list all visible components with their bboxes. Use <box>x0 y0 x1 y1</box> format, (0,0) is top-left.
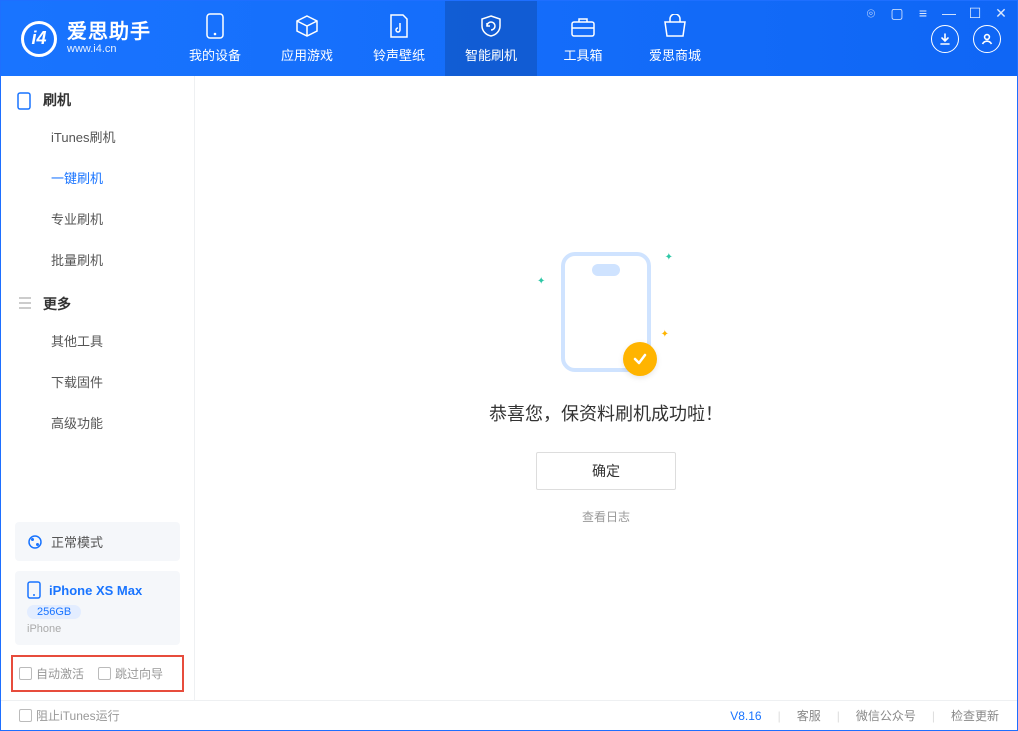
confirm-button[interactable]: 确定 <box>536 452 676 490</box>
checkbox-icon <box>98 667 111 680</box>
list-icon <box>17 296 33 312</box>
minimize-button[interactable]: — <box>941 5 957 21</box>
app-name: 爱思助手 <box>67 21 151 43</box>
checkbox-auto-activate[interactable]: 自动激活 <box>19 665 84 682</box>
device-type: iPhone <box>27 623 61 635</box>
close-button[interactable]: ✕ <box>993 5 1009 21</box>
separator: | <box>778 709 781 723</box>
checkbox-icon <box>19 709 32 722</box>
account-button[interactable] <box>973 25 1001 53</box>
options-row: 自动激活 跳过向导 <box>11 655 184 692</box>
refresh-shield-icon <box>478 13 504 39</box>
tab-label: 智能刷机 <box>465 45 517 64</box>
footer-right: V8.16 | 客服 | 微信公众号 | 检查更新 <box>730 707 999 724</box>
checkbox-label: 阻止iTunes运行 <box>36 707 120 724</box>
separator: | <box>837 709 840 723</box>
tab-label: 爱思商城 <box>649 45 701 64</box>
checkbox-icon <box>19 667 32 680</box>
update-link[interactable]: 检查更新 <box>951 707 999 724</box>
tab-apps[interactable]: 应用游戏 <box>261 1 353 76</box>
logo-icon: i4 <box>21 21 57 57</box>
maximize-button[interactable]: ☐ <box>967 5 983 21</box>
sparkle-icon: ✦ <box>661 329 669 340</box>
sidebar-item-other[interactable]: 其他工具 <box>1 320 194 361</box>
success-illustration: ✦ ✦ ✦ <box>561 252 651 372</box>
device-icon <box>27 581 41 599</box>
checkbox-label: 跳过向导 <box>115 665 163 682</box>
phone-small-icon <box>17 92 33 108</box>
checkbox-block-itunes[interactable]: 阻止iTunes运行 <box>19 707 120 724</box>
separator: | <box>932 709 935 723</box>
sidebar-item-pro[interactable]: 专业刷机 <box>1 198 194 239</box>
tab-label: 工具箱 <box>563 45 602 64</box>
shop-icon <box>662 13 688 39</box>
window-controls: ⌾ ▢ ≡ — ☐ ✕ <box>863 5 1009 21</box>
support-link[interactable]: 客服 <box>797 707 821 724</box>
app-window: ⌾ ▢ ≡ — ☐ ✕ i4 爱思助手 www.i4.cn 我的设备 应用游戏 <box>0 0 1018 731</box>
tab-flash[interactable]: 智能刷机 <box>445 1 537 76</box>
logo-text: 爱思助手 www.i4.cn <box>67 21 151 55</box>
logo[interactable]: i4 爱思助手 www.i4.cn <box>1 1 169 76</box>
sidebar-item-advanced[interactable]: 高级功能 <box>1 402 194 443</box>
sidebar-item-batch[interactable]: 批量刷机 <box>1 239 194 280</box>
app-url: www.i4.cn <box>67 43 151 55</box>
checkbox-label: 自动激活 <box>36 665 84 682</box>
menu-icon[interactable]: ≡ <box>915 5 931 21</box>
lock-icon[interactable]: ▢ <box>889 5 905 21</box>
wechat-link[interactable]: 微信公众号 <box>856 707 916 724</box>
sidebar-group-more: 更多 <box>1 280 194 320</box>
device-storage: 256GB <box>27 605 81 619</box>
mode-pill[interactable]: 正常模式 <box>15 522 180 561</box>
device-pill[interactable]: iPhone XS Max 256GB iPhone <box>15 571 180 645</box>
tab-tools[interactable]: 工具箱 <box>537 1 629 76</box>
success-message: 恭喜您，保资料刷机成功啦！ <box>489 400 723 426</box>
footer: 阻止iTunes运行 V8.16 | 客服 | 微信公众号 | 检查更新 <box>1 700 1017 730</box>
tab-ringtones[interactable]: 铃声壁纸 <box>353 1 445 76</box>
tab-shop[interactable]: 爱思商城 <box>629 1 721 76</box>
group-label: 更多 <box>43 294 71 314</box>
cube-icon <box>294 13 320 39</box>
sidebar-item-oneclick[interactable]: 一键刷机 <box>1 157 194 198</box>
mode-label: 正常模式 <box>51 532 103 551</box>
version-label: V8.16 <box>730 709 761 723</box>
tshirt-icon[interactable]: ⌾ <box>863 5 879 21</box>
sidebar-group-flash: 刷机 <box>1 76 194 116</box>
sidebar: 刷机 iTunes刷机 一键刷机 专业刷机 批量刷机 更多 其他工具 下载固件 … <box>1 76 195 700</box>
checkbox-skip-guide[interactable]: 跳过向导 <box>98 665 163 682</box>
toolbox-icon <box>570 13 596 39</box>
tab-label: 铃声壁纸 <box>373 45 425 64</box>
device-name: iPhone XS Max <box>49 583 142 598</box>
phone-icon <box>202 13 228 39</box>
sidebar-item-itunes[interactable]: iTunes刷机 <box>1 116 194 157</box>
tab-label: 应用游戏 <box>281 45 333 64</box>
tab-device[interactable]: 我的设备 <box>169 1 261 76</box>
download-button[interactable] <box>931 25 959 53</box>
tab-label: 我的设备 <box>189 45 241 64</box>
music-file-icon <box>386 13 412 39</box>
sparkle-icon: ✦ <box>537 276 545 287</box>
main-panel: ✦ ✦ ✦ 恭喜您，保资料刷机成功啦！ 确定 查看日志 <box>195 76 1017 700</box>
check-badge-icon <box>623 342 657 376</box>
body: 刷机 iTunes刷机 一键刷机 专业刷机 批量刷机 更多 其他工具 下载固件 … <box>1 76 1017 700</box>
view-log-link[interactable]: 查看日志 <box>582 508 630 525</box>
sidebar-status: 正常模式 iPhone XS Max 256GB iPhone <box>1 522 194 655</box>
sidebar-item-download[interactable]: 下载固件 <box>1 361 194 402</box>
group-label: 刷机 <box>43 90 71 110</box>
mode-icon <box>27 534 43 550</box>
sparkle-icon: ✦ <box>665 252 673 263</box>
nav-tabs: 我的设备 应用游戏 铃声壁纸 智能刷机 工具箱 爱思商城 <box>169 1 721 76</box>
